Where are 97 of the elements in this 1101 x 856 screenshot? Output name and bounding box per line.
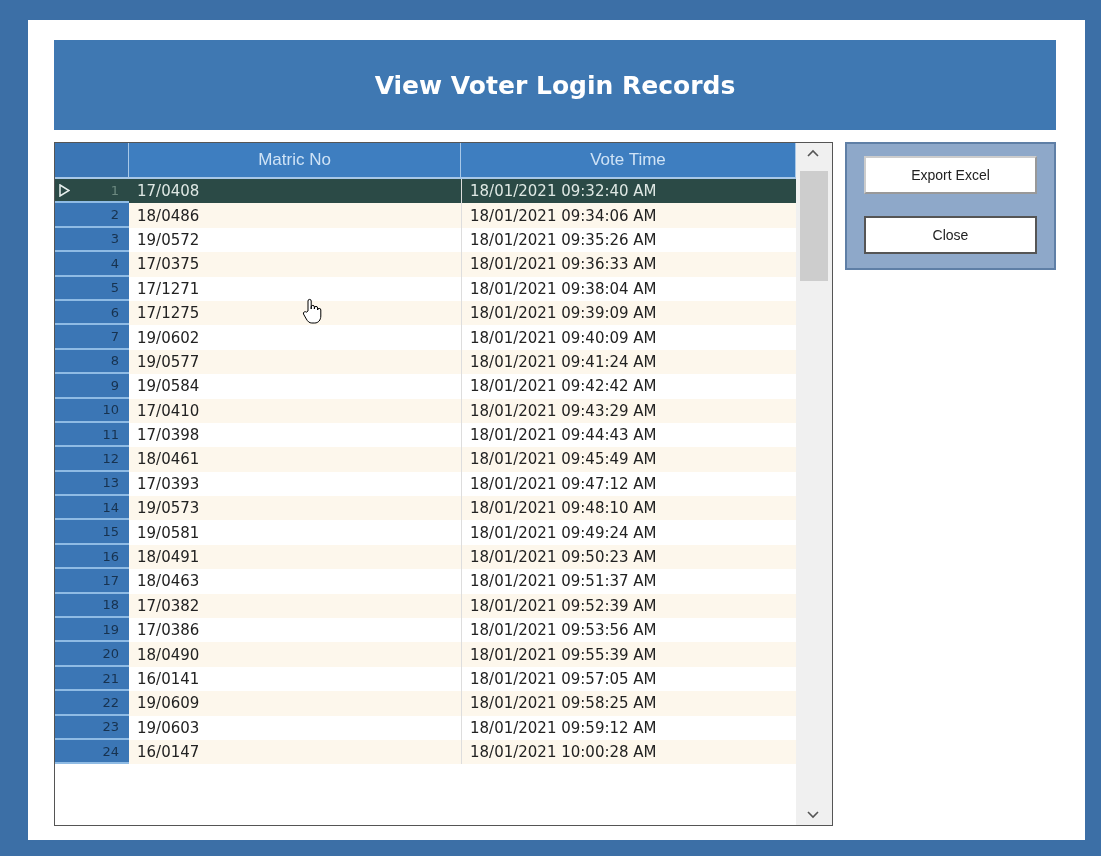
- row-number: 2: [110, 207, 119, 223]
- table-cell: 18/01/2021 10:00:28 AM: [461, 740, 796, 765]
- panel-button[interactable]: Export Excel: [864, 156, 1037, 194]
- table-cell: 17/0408: [129, 179, 461, 204]
- table-cell: 18/01/2021 09:50:23 AM: [461, 544, 796, 570]
- row-number: 22: [102, 694, 119, 710]
- table-cell: 18/01/2021 09:48:10 AM: [461, 496, 796, 521]
- row-number: 5: [110, 280, 119, 296]
- row-header[interactable]: 20: [55, 642, 129, 667]
- row-header[interactable]: 11: [55, 422, 129, 448]
- table-cell-text: 19/0572: [136, 229, 201, 251]
- scrollbar[interactable]: [796, 143, 832, 825]
- table-cell-text: 17/0386: [136, 620, 201, 642]
- row-number: 18: [102, 597, 119, 613]
- row-number: 14: [102, 499, 119, 515]
- row-number: 16: [102, 548, 119, 564]
- row-header[interactable]: 23: [55, 715, 129, 740]
- table-cell: 18/01/2021 09:41:24 AM: [461, 349, 796, 375]
- row-header[interactable]: 12: [55, 447, 129, 472]
- table-cell-text: 19/0584: [136, 376, 201, 398]
- row-number: 7: [110, 329, 119, 345]
- row-number: 13: [102, 475, 119, 491]
- row-header[interactable]: 1: [55, 179, 129, 204]
- row-number: 3: [110, 231, 119, 247]
- table-cell: 17/0410: [129, 398, 461, 423]
- header-corner[interactable]: [55, 143, 129, 179]
- scrollbar-thumb[interactable]: [800, 171, 828, 281]
- table-cell: 18/01/2021 09:32:40 AM: [461, 179, 796, 204]
- row-header[interactable]: 21: [55, 666, 129, 692]
- table-cell-text: 18/0463: [136, 571, 201, 593]
- table-cell-text: 17/1271: [136, 278, 201, 300]
- row-number: 10: [102, 402, 119, 418]
- row-number: 15: [102, 524, 119, 540]
- table-cell-text: 17/0398: [136, 425, 201, 447]
- row-header[interactable]: 18: [55, 593, 129, 619]
- scroll-up-icon[interactable]: [807, 149, 819, 157]
- row-number: 24: [102, 743, 119, 759]
- row-header[interactable]: 5: [55, 276, 129, 301]
- table-cell: 18/01/2021 09:58:25 AM: [461, 691, 796, 716]
- row-header[interactable]: 9: [55, 374, 129, 399]
- row-header[interactable]: 8: [55, 349, 129, 375]
- scroll-down-icon[interactable]: [807, 811, 819, 819]
- row-number: 19: [102, 621, 119, 637]
- table-cell-text: 19/0581: [136, 522, 201, 544]
- row-number: 23: [102, 719, 119, 735]
- column-header[interactable]: Matric No: [129, 143, 461, 179]
- table-cell: 19/0577: [129, 349, 461, 375]
- table-cell: 18/01/2021 09:52:39 AM: [461, 593, 796, 619]
- row-header[interactable]: 17: [55, 569, 129, 594]
- panel-button[interactable]: Close: [864, 216, 1037, 254]
- row-header[interactable]: 15: [55, 520, 129, 545]
- row-number: 21: [102, 670, 119, 686]
- row-number: 4: [110, 255, 119, 271]
- current-row-icon: [59, 183, 70, 197]
- table-cell: 18/01/2021 09:55:39 AM: [461, 642, 796, 667]
- table-cell: 18/0486: [129, 203, 461, 228]
- row-header[interactable]: 6: [55, 300, 129, 326]
- row-header[interactable]: 22: [55, 691, 129, 716]
- row-header[interactable]: 19: [55, 618, 129, 643]
- table-cell-text: 17/0393: [136, 473, 201, 495]
- table-cell-text: 19/0603: [136, 717, 201, 739]
- row-header[interactable]: 10: [55, 398, 129, 423]
- row-header[interactable]: 16: [55, 544, 129, 570]
- row-header[interactable]: 13: [55, 471, 129, 497]
- row-header[interactable]: 3: [55, 227, 129, 253]
- row-number: 11: [102, 426, 119, 442]
- window-title: View Voter Login Records: [54, 40, 1056, 130]
- row-header[interactable]: 14: [55, 496, 129, 521]
- table-cell: 18/01/2021 09:45:49 AM: [461, 447, 796, 472]
- table-cell: 17/1275: [129, 300, 461, 326]
- table-cell-text: 16/0141: [136, 669, 201, 690]
- row-number: 20: [102, 646, 119, 662]
- table-cell: 18/0461: [129, 447, 461, 472]
- row-number: 9: [110, 377, 119, 393]
- row-number: 17: [102, 572, 119, 588]
- table-cell-text: 19/0602: [136, 327, 201, 349]
- row-number: 1: [110, 182, 119, 198]
- row-number: 8: [110, 353, 119, 369]
- table-cell: 18/01/2021 09:34:06 AM: [461, 203, 796, 228]
- row-header[interactable]: 24: [55, 740, 129, 765]
- table-cell: 18/0490: [129, 642, 461, 667]
- row-number: 6: [110, 304, 119, 320]
- row-header[interactable]: 2: [55, 203, 129, 228]
- table-cell: 18/0491: [129, 544, 461, 570]
- column-header[interactable]: Vote Time: [461, 143, 796, 179]
- row-header[interactable]: 7: [55, 325, 129, 350]
- table-cell: 18/01/2021 09:43:29 AM: [461, 398, 796, 423]
- table-cell: 17/0382: [129, 593, 461, 619]
- table-cell: 19/0573: [129, 496, 461, 521]
- table-cell: 19/0609: [129, 691, 461, 716]
- table-cell: 18/01/2021 09:39:09 AM: [461, 300, 796, 326]
- row-number: 12: [102, 451, 119, 466]
- table-cell: 18/01/2021 09:36:33 AM: [461, 252, 796, 277]
- row-header[interactable]: 4: [55, 252, 129, 277]
- table-cell: 17/0375: [129, 252, 461, 277]
- table-cell: 16/0147: [129, 740, 461, 765]
- hand-cursor-icon: [302, 298, 324, 324]
